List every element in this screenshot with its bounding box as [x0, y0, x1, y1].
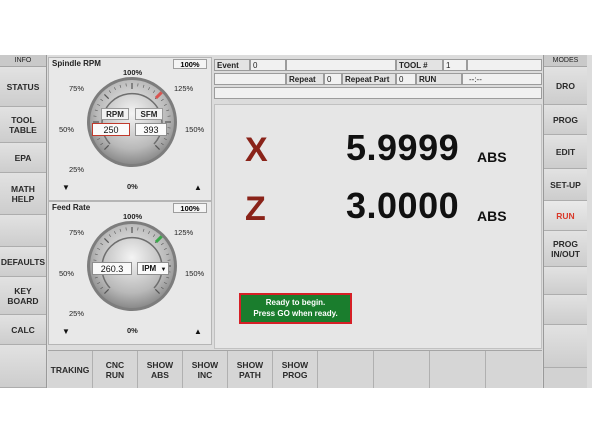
feed-scale-0: 0% — [127, 326, 138, 335]
show-path-button[interactable]: SHOW PATH — [228, 351, 273, 388]
blank-left-button-1[interactable] — [0, 215, 46, 247]
dropdown-arrow-icon: ▼ — [160, 267, 167, 273]
repeat-part-label: Repeat Part — [342, 73, 396, 85]
blank-info-cell — [214, 73, 286, 85]
spindle-scale-75: 75% — [69, 84, 85, 93]
z-axis-letter: Z — [245, 190, 266, 228]
run-label: RUN — [416, 73, 462, 85]
show-inc-button[interactable]: SHOW INC — [183, 351, 228, 388]
blank-right-button-1[interactable] — [544, 267, 587, 295]
gauge-column: Spindle RPM 100% 100% 75% 125% 50% 150% … — [48, 57, 213, 347]
feed-scale-75: 75% — [69, 228, 85, 237]
mode-dro-button[interactable]: DRO — [544, 67, 587, 105]
spindle-gauge-title: Spindle RPM — [52, 59, 101, 68]
traking-button[interactable]: TRAKING — [48, 351, 93, 388]
blank-right-button-2[interactable] — [544, 295, 587, 325]
x-axis-letter: X — [245, 131, 268, 169]
blank-left-button-2[interactable] — [0, 345, 46, 388]
modes-header: MODES — [544, 55, 587, 67]
mode-run-button[interactable]: RUN — [544, 201, 587, 231]
repeat-value: 0 — [324, 73, 342, 85]
status-button[interactable]: STATUS — [0, 67, 46, 107]
mode-edit-button[interactable]: EDIT — [544, 135, 587, 169]
defaults-button[interactable]: DEFAULTS — [0, 247, 46, 277]
spindle-increase-arrow-icon[interactable]: ▲ — [194, 183, 202, 192]
keyboard-button[interactable]: KEY BOARD — [0, 277, 46, 315]
feed-increase-arrow-icon[interactable]: ▲ — [194, 327, 202, 336]
status-message-line1: Ready to begin. — [265, 298, 326, 307]
feed-scale-25: 25% — [69, 309, 85, 318]
spindle-dial — [87, 77, 177, 167]
mode-setup-button[interactable]: SET-UP — [544, 169, 587, 201]
status-message-line2: Press GO when ready. — [253, 308, 338, 318]
show-prog-button[interactable]: SHOW PROG — [273, 351, 318, 388]
sfm-label: SFM — [135, 108, 163, 120]
event-value: 0 — [250, 59, 286, 71]
calc-button[interactable]: CALC — [0, 315, 46, 345]
feed-rate-value[interactable]: 260.3 — [92, 262, 132, 275]
info-header: INFO — [0, 55, 46, 67]
spindle-decrease-arrow-icon[interactable]: ▼ — [62, 183, 70, 192]
feed-scale-125: 125% — [174, 228, 194, 237]
event-description — [286, 59, 396, 71]
blank-bottom-button-3[interactable] — [430, 351, 486, 388]
cnc-screen: INFO STATUS TOOL TABLE EPA MATH HELP DEF… — [0, 55, 592, 388]
mode-prog-in-out-button[interactable]: PROG IN/OUT — [544, 231, 587, 267]
math-help-button[interactable]: MATH HELP — [0, 173, 46, 215]
blank-bottom-button-1[interactable] — [318, 351, 374, 388]
feed-gauge-panel: Feed Rate 100% 100% 75% 125% 50% 150% 25… — [48, 201, 212, 345]
status-message: Ready to begin. Press GO when ready. — [239, 293, 352, 324]
info-strip: Event 0 TOOL # 1 Repeat 0 Repeat Part 0 … — [214, 59, 542, 103]
feed-scale-150: 150% — [185, 269, 205, 278]
repeat-label: Repeat — [286, 73, 324, 85]
z-axis-value[interactable]: 3.0000 — [346, 185, 459, 227]
show-abs-button[interactable]: SHOW ABS — [138, 351, 183, 388]
spindle-scale-0: 0% — [127, 182, 138, 191]
tool-extra — [467, 59, 542, 71]
cnc-run-button[interactable]: CNC RUN — [93, 351, 138, 388]
feed-gauge-title: Feed Rate — [52, 203, 91, 212]
tool-table-button[interactable]: TOOL TABLE — [0, 107, 46, 143]
epa-button[interactable]: EPA — [0, 143, 46, 173]
x-axis-mode: ABS — [477, 149, 507, 165]
feed-unit-value: IPM — [142, 264, 157, 273]
bottom-toolbar: TRAKING CNC RUN SHOW ABS SHOW INC SHOW P… — [48, 350, 542, 388]
tool-label: TOOL # — [396, 59, 443, 71]
tool-number: 1 — [443, 59, 467, 71]
feed-scale-100: 100% — [123, 212, 143, 221]
run-time: --:-- — [462, 73, 542, 85]
spindle-gauge-panel: Spindle RPM 100% 100% 75% 125% 50% 150% … — [48, 57, 212, 201]
feed-decrease-arrow-icon[interactable]: ▼ — [62, 327, 70, 336]
mode-prog-button[interactable]: PROG — [544, 105, 587, 135]
feed-unit-select[interactable]: IPM ▼ — [137, 262, 169, 275]
event-label: Event — [214, 59, 250, 71]
rpm-label: RPM — [101, 108, 129, 120]
blank-right-button-3[interactable] — [544, 325, 587, 368]
sfm-value[interactable]: 393 — [135, 123, 167, 136]
info-sidebar: INFO STATUS TOOL TABLE EPA MATH HELP DEF… — [0, 55, 47, 388]
modes-sidebar: MODES DRO PROG EDIT SET-UP RUN PROG IN/O… — [543, 55, 587, 388]
spindle-scale-25: 25% — [69, 165, 85, 174]
repeat-part-value: 0 — [396, 73, 416, 85]
feed-scale-50: 50% — [59, 269, 75, 278]
message-line — [214, 87, 542, 99]
blank-bottom-button-2[interactable] — [374, 351, 430, 388]
spindle-override-box[interactable]: 100% — [173, 59, 207, 69]
spindle-scale-100: 100% — [123, 68, 143, 77]
spindle-scale-50: 50% — [59, 125, 75, 134]
x-axis-value[interactable]: 5.9999 — [346, 127, 459, 169]
feed-override-box[interactable]: 100% — [173, 203, 207, 213]
z-axis-mode: ABS — [477, 208, 507, 224]
spindle-scale-150: 150% — [185, 125, 205, 134]
rpm-value[interactable]: 250 — [92, 123, 130, 136]
spindle-scale-125: 125% — [174, 84, 194, 93]
blank-bottom-button-4[interactable] — [486, 351, 542, 388]
